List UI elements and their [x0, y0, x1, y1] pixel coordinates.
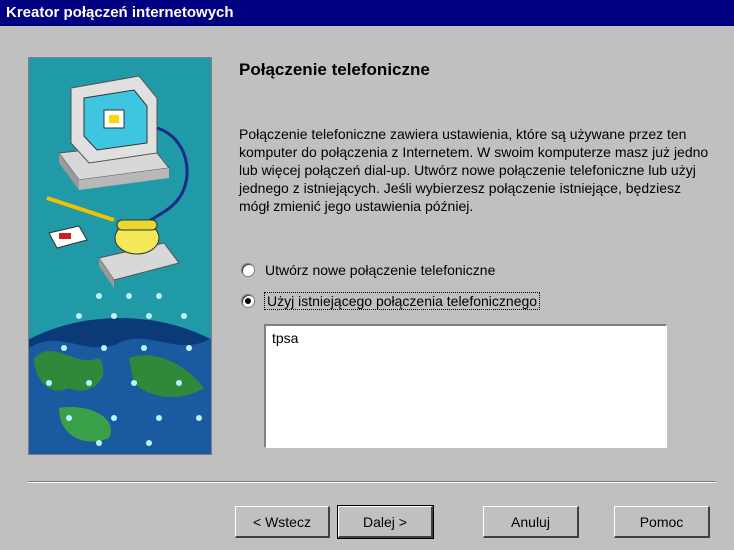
radio-button-unchecked[interactable] [241, 263, 255, 277]
help-button-label: Pomoc [639, 513, 684, 530]
radio-new-connection[interactable]: Utwórz nowe połączenie telefoniczne [241, 262, 495, 278]
help-button[interactable]: Pomoc [614, 506, 710, 538]
back-button-label: < Wstecz [253, 513, 311, 530]
radio-button-checked[interactable] [241, 294, 255, 308]
page-description: Połączenie telefoniczne zawiera ustawien… [239, 126, 709, 214]
computer-phone-globe-icon [29, 58, 211, 454]
title-bar[interactable]: Kreator połączeń internetowych [0, 0, 734, 26]
next-button[interactable]: Dalej > [337, 505, 434, 539]
cancel-button[interactable]: Anuluj [483, 506, 579, 538]
wizard-illustration [28, 57, 212, 455]
radio-new-connection-label[interactable]: Utwórz nowe połączenie telefoniczne [265, 262, 495, 278]
radio-existing-connection[interactable]: Użyj istniejącego połączenia telefoniczn… [241, 292, 541, 310]
wizard-window: Kreator połączeń internetowych Połączeni… [0, 0, 734, 550]
page-heading: Połączenie telefoniczne [239, 60, 430, 79]
connections-listbox[interactable]: tpsa [264, 324, 667, 448]
back-button[interactable]: < Wstecz [235, 506, 330, 538]
radio-existing-connection-label[interactable]: Użyj istniejącego połączenia telefoniczn… [263, 292, 541, 310]
list-item[interactable]: tpsa [266, 326, 666, 350]
next-button-label: Dalej > [363, 513, 407, 530]
cancel-button-label: Anuluj [511, 513, 550, 530]
divider [28, 481, 716, 483]
window-title: Kreator połączeń internetowych [6, 4, 234, 21]
